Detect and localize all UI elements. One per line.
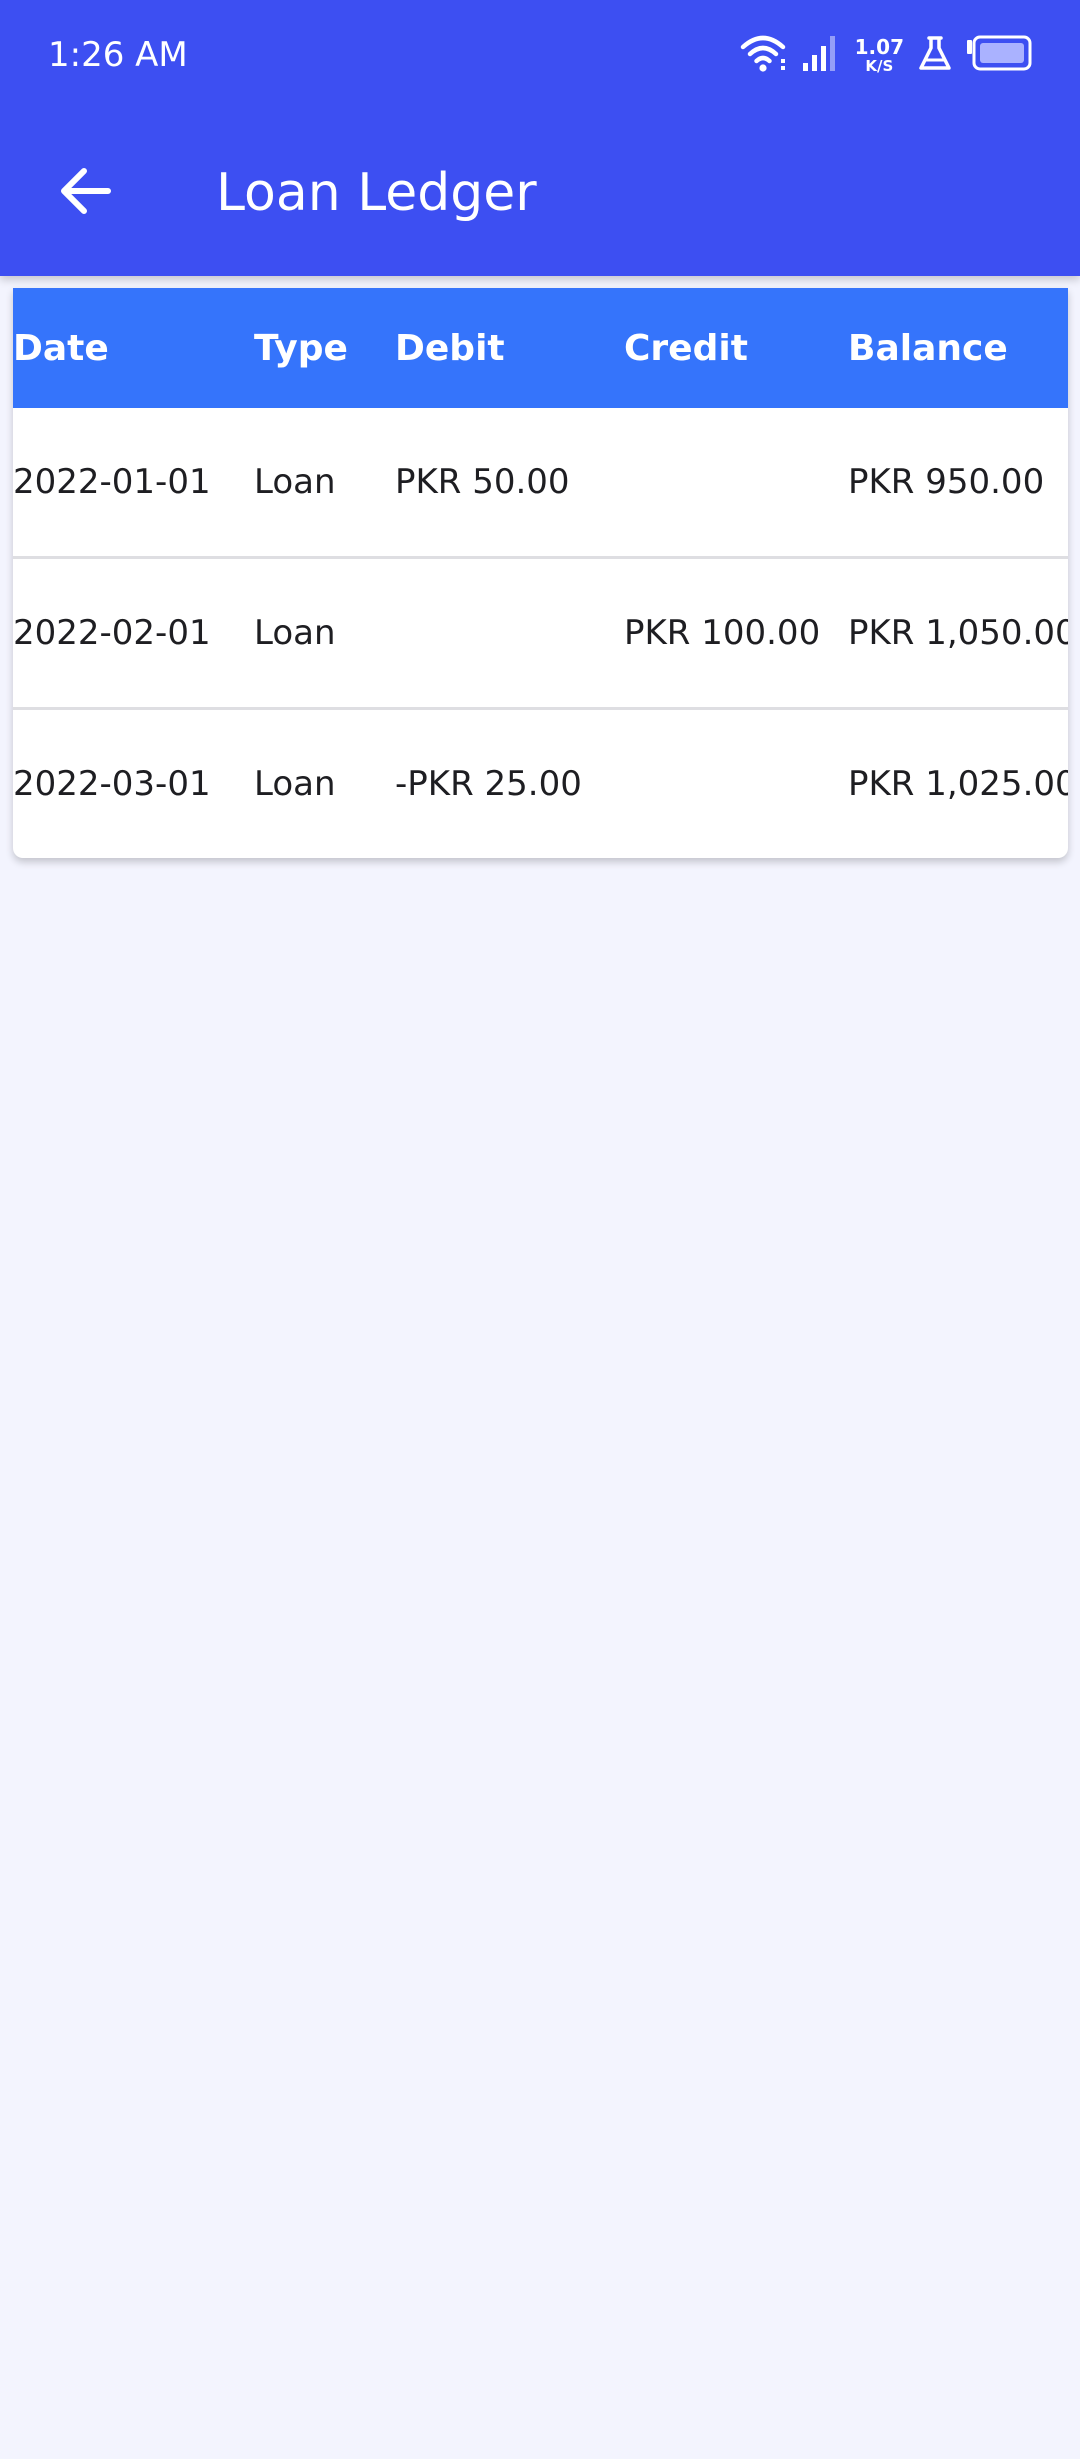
status-time: 1:26 AM [48,35,188,75]
column-header-balance: Balance [848,327,1008,369]
table-header-row: Date Type Debit Credit Balance [13,288,1068,408]
network-speed-unit: K/S [865,56,894,75]
cell-type: Loan [254,462,336,502]
wifi-icon [739,33,787,77]
cell-balance: PKR 1,050.00 [848,613,1068,653]
cell-type: Loan [254,613,336,653]
column-header-type: Type [254,327,348,369]
column-header-credit: Credit [624,327,748,369]
column-header-debit: Debit [395,327,505,369]
cell-type: Loan [254,764,336,804]
ledger-table: Date Type Debit Credit Balance 2022-01-0… [13,288,1068,858]
cell-debit: -PKR 25.00 [395,764,582,804]
cell-balance: PKR 950.00 [848,462,1045,502]
battery-icon [966,35,1032,75]
network-speed: 1.07 K/S [855,37,904,74]
app-top-bar: 1:26 AM 1.07 K/S Loan Ledger [0,0,1080,276]
cell-credit: PKR 100.00 [624,613,821,653]
back-button[interactable] [40,148,130,238]
cell-date: 2022-03-01 [13,764,211,804]
arrow-left-icon [58,167,112,219]
lab-flask-icon [918,34,952,76]
table-row: 2022-02-01 Loan PKR 100.00 PKR 1,050.00 [13,559,1068,707]
network-speed-value: 1.07 [854,34,904,59]
signal-icon [801,33,841,77]
column-header-date: Date [13,327,109,369]
cell-date: 2022-02-01 [13,613,211,653]
table-row: 2022-03-01 Loan -PKR 25.00 PKR 1,025.00 [13,710,1068,858]
cell-balance: PKR 1,025.00 [848,764,1068,804]
status-icons: 1.07 K/S [739,28,1032,82]
cell-date: 2022-01-01 [13,462,211,502]
cell-debit: PKR 50.00 [395,462,570,502]
table-row: 2022-01-01 Loan PKR 50.00 PKR 950.00 [13,408,1068,556]
page-title: Loan Ledger [216,163,537,223]
